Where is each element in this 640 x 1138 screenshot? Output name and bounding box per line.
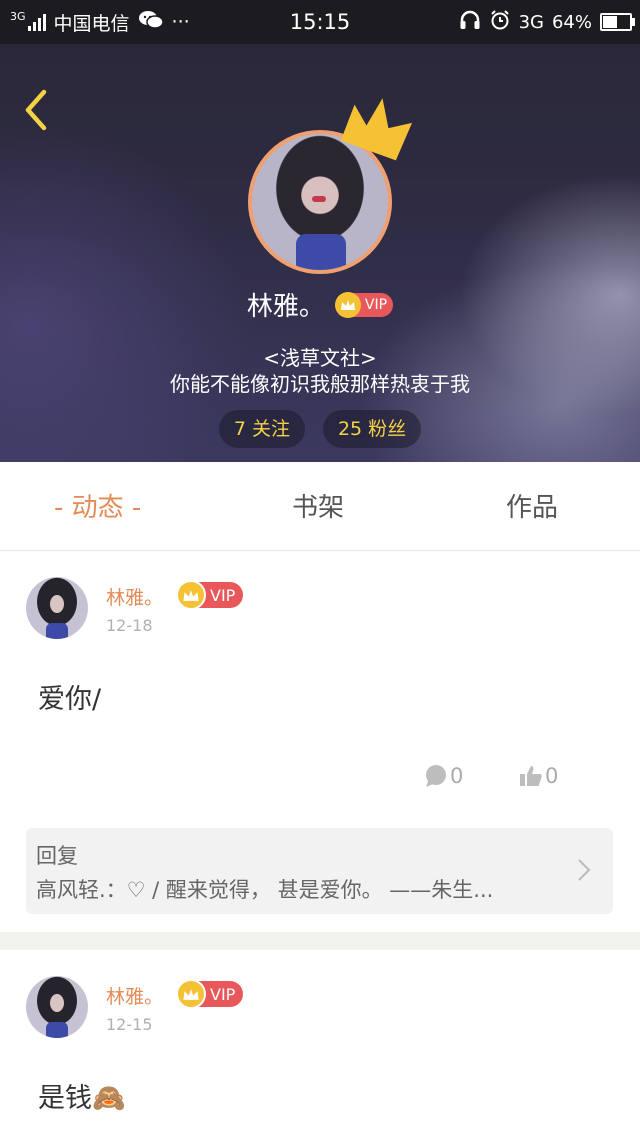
post-content[interactable]: 爱你/ bbox=[38, 677, 101, 716]
thumbs-up-icon bbox=[520, 766, 542, 786]
crown-icon bbox=[340, 98, 413, 161]
vip-label: VIP bbox=[364, 296, 388, 313]
post-item: 林雅。 VIP 12-18 爱你/ 0 0 回复 高风轻.：♡ / 醒来觉得， … bbox=[0, 551, 640, 932]
vip-badge: VIP bbox=[334, 291, 394, 318]
vip-label: VIP bbox=[210, 585, 236, 605]
profile-name-row: 林雅。 VIP bbox=[0, 286, 640, 323]
reply-text: 高风轻.：♡ / 醒来觉得， 甚是爱你。 ——朱生... bbox=[36, 878, 494, 902]
reply-preview[interactable]: 回复 高风轻.：♡ / 醒来觉得， 甚是爱你。 ——朱生... bbox=[26, 828, 613, 914]
status-right: 3G 64% bbox=[459, 0, 635, 44]
profile-name: 林雅。 bbox=[246, 292, 325, 322]
network-label: 3G bbox=[518, 11, 544, 33]
tab-activity[interactable]: - 动态 - bbox=[54, 462, 141, 550]
signal-icon bbox=[27, 13, 46, 31]
post-item: 林雅。 VIP 12-15 是钱🙈 bbox=[0, 950, 640, 1138]
battery-percent: 64% bbox=[551, 11, 592, 33]
alarm-icon bbox=[489, 9, 511, 36]
network-small-label: 3G bbox=[10, 9, 26, 23]
post-date: 12-15 bbox=[106, 1015, 153, 1034]
like-button[interactable]: 0 bbox=[519, 764, 558, 788]
comment-icon bbox=[426, 765, 446, 787]
comment-button[interactable]: 0 bbox=[424, 764, 463, 788]
crown-coin-icon bbox=[176, 979, 206, 1009]
tab-works[interactable]: 作品 bbox=[506, 462, 558, 550]
crown-coin-icon bbox=[176, 580, 206, 610]
post-date: 12-18 bbox=[106, 616, 153, 635]
post-author-avatar[interactable] bbox=[26, 976, 88, 1038]
status-bar: 3G 中国电信 ··· 15:15 3G 64% bbox=[0, 0, 640, 44]
tab-bookshelf[interactable]: 书架 bbox=[292, 462, 344, 550]
post-content[interactable]: 是钱🙈 bbox=[38, 1076, 126, 1115]
comment-count: 0 bbox=[450, 764, 464, 788]
post-vip-badge: VIP bbox=[176, 979, 244, 1009]
post-author-name[interactable]: 林雅。 bbox=[106, 982, 163, 1009]
profile-bio-line1: <浅草文社> bbox=[263, 346, 377, 370]
post-divider bbox=[0, 932, 640, 950]
followers-button[interactable]: 25 粉丝 bbox=[322, 410, 422, 448]
vip-label: VIP bbox=[210, 984, 236, 1004]
profile-header: 林雅。 VIP <浅草文社> 你能不能像初识我般那样热衷于我 7 关注 25 粉… bbox=[0, 44, 640, 462]
profile-bio-line2: 你能不能像初识我般那样热衷于我 bbox=[170, 372, 470, 396]
status-left: 3G 中国电信 ··· bbox=[10, 0, 190, 44]
back-button[interactable] bbox=[18, 84, 58, 132]
crown-coin-icon bbox=[334, 291, 361, 318]
like-count: 0 bbox=[545, 764, 559, 788]
more-notifications-icon: ··· bbox=[171, 11, 190, 33]
wechat-icon bbox=[138, 10, 164, 35]
post-author-name[interactable]: 林雅。 bbox=[106, 583, 163, 610]
carrier-label: 中国电信 bbox=[53, 12, 130, 35]
headphones-icon bbox=[459, 9, 481, 36]
profile-stats: 7 关注 25 粉丝 bbox=[0, 410, 640, 448]
battery-icon bbox=[600, 13, 635, 31]
post-vip-badge: VIP bbox=[176, 580, 244, 610]
chevron-right-icon bbox=[578, 859, 591, 881]
reply-title: 回复 bbox=[36, 844, 78, 868]
back-arrow-icon bbox=[25, 89, 47, 131]
profile-tabs: - 动态 - 书架 作品 bbox=[0, 462, 640, 551]
post-author-avatar[interactable] bbox=[26, 577, 88, 639]
following-button[interactable]: 7 关注 bbox=[218, 410, 305, 448]
